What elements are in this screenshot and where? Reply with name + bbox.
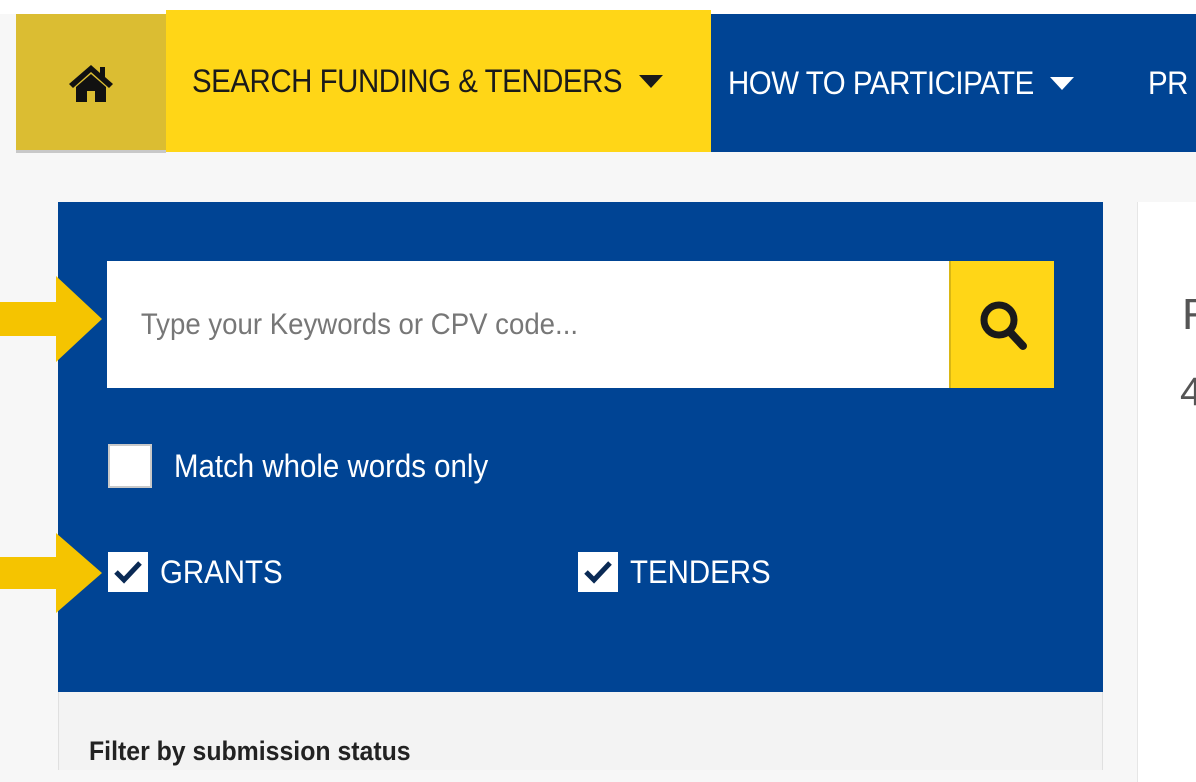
nav-item-search-funding-tenders[interactable]: SEARCH FUNDING & TENDERS bbox=[166, 10, 711, 152]
caret-down-icon bbox=[639, 74, 664, 88]
annotation-arrow-icon bbox=[0, 533, 102, 613]
home-button[interactable] bbox=[16, 14, 166, 152]
search-box bbox=[107, 261, 949, 388]
annotation-arrow-icon bbox=[0, 276, 102, 362]
search-panel: Match whole words only GRANTS TENDERS bbox=[58, 202, 1103, 692]
results-panel bbox=[1137, 202, 1196, 782]
nav-item-partial[interactable]: PR bbox=[1148, 14, 1191, 152]
search-icon bbox=[980, 301, 1027, 350]
tenders-label: TENDERS bbox=[630, 553, 771, 590]
search-button[interactable] bbox=[949, 261, 1054, 388]
checkmark-icon bbox=[584, 561, 612, 584]
results-count-partial: 4 bbox=[1180, 370, 1196, 414]
tenders-checkbox[interactable] bbox=[578, 552, 618, 592]
match-whole-words-option: Match whole words only bbox=[108, 444, 515, 488]
match-whole-words-label: Match whole words only bbox=[174, 447, 489, 484]
results-heading-partial: R bbox=[1182, 290, 1196, 340]
grants-checkbox[interactable] bbox=[108, 552, 148, 592]
nav-item-how-to-participate[interactable]: HOW TO PARTICIPATE bbox=[728, 14, 1075, 152]
checkmark-icon bbox=[114, 561, 142, 584]
grants-label: GRANTS bbox=[160, 553, 283, 590]
home-underline bbox=[16, 150, 166, 153]
filter-title: Filter by submission status bbox=[89, 736, 411, 766]
match-whole-words-checkbox[interactable] bbox=[108, 444, 152, 488]
search-input[interactable] bbox=[139, 306, 861, 343]
nav-item-label: SEARCH FUNDING & TENDERS bbox=[192, 62, 623, 99]
grants-option: GRANTS bbox=[108, 552, 293, 592]
tenders-option: TENDERS bbox=[578, 552, 783, 592]
caret-down-icon bbox=[1050, 76, 1075, 90]
filter-section: Filter by submission status bbox=[58, 692, 1103, 770]
main-navigation: SEARCH FUNDING & TENDERS HOW TO PARTICIP… bbox=[16, 10, 1196, 152]
nav-item-label: PR bbox=[1148, 64, 1188, 101]
nav-item-label: HOW TO PARTICIPATE bbox=[728, 64, 1034, 101]
home-icon bbox=[69, 65, 113, 102]
